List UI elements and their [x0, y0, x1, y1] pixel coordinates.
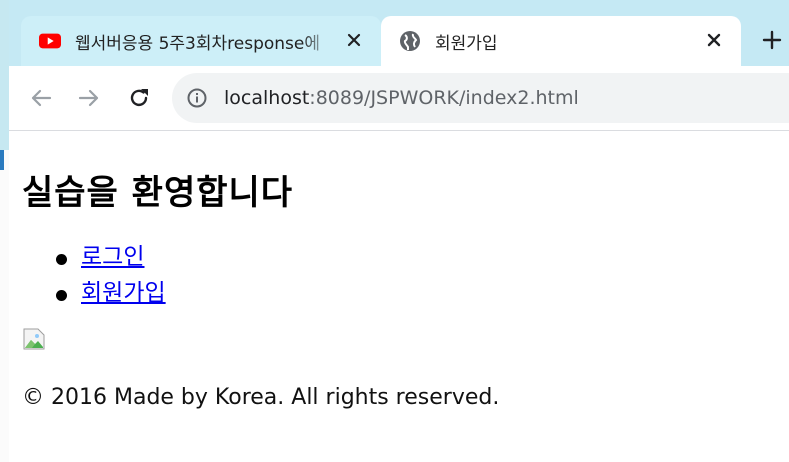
globe-icon	[399, 30, 421, 52]
arrow-right-icon	[78, 89, 99, 107]
address-bar[interactable]: localhost:8089/JSPWORK/index2.html	[172, 73, 789, 123]
youtube-icon	[39, 30, 61, 52]
list-item: 회원가입	[22, 275, 166, 311]
site-info-icon[interactable]	[186, 87, 208, 109]
page-content: 실습을 환영합니다 로그인 회원가입 © 2016 Made by Korea.…	[9, 131, 789, 462]
page-title: 실습을 환영합니다	[22, 173, 294, 213]
forward-button[interactable]	[71, 80, 107, 116]
broken-image-icon	[22, 327, 46, 351]
url-host: localhost	[224, 87, 310, 109]
close-tab-icon[interactable]	[703, 29, 725, 51]
url-text: localhost:8089/JSPWORK/index2.html	[224, 87, 579, 109]
new-tab-button[interactable]	[755, 22, 789, 58]
tab-title: 웹서버응용 5주3회차response에	[75, 33, 321, 54]
footer-text: © 2016 Made by Korea. All rights reserve…	[22, 385, 500, 410]
tab-signup[interactable]: 회원가입	[381, 16, 741, 66]
url-path: :8089/JSPWORK/index2.html	[309, 87, 579, 109]
nav-list: 로그인 회원가입	[22, 239, 166, 311]
arrow-left-icon	[31, 89, 52, 107]
reload-icon	[130, 89, 148, 107]
reload-button[interactable]	[121, 80, 157, 116]
list-item: 로그인	[22, 239, 166, 275]
login-link[interactable]: 로그인	[81, 244, 144, 270]
plus-icon	[762, 30, 782, 50]
signup-link[interactable]: 회원가입	[81, 280, 166, 306]
tab-title: 회원가입	[435, 33, 498, 54]
tab-strip: 웹서버응용 5주3회차response에 회원가입	[9, 0, 789, 66]
browser-toolbar: localhost:8089/JSPWORK/index2.html	[9, 66, 789, 131]
tab-youtube[interactable]: 웹서버응용 5주3회차response에	[21, 16, 381, 66]
browser-window: 웹서버응용 5주3회차response에 회원가입 localhost:8089…	[9, 0, 789, 462]
back-button[interactable]	[23, 80, 59, 116]
close-tab-icon[interactable]	[343, 29, 365, 51]
